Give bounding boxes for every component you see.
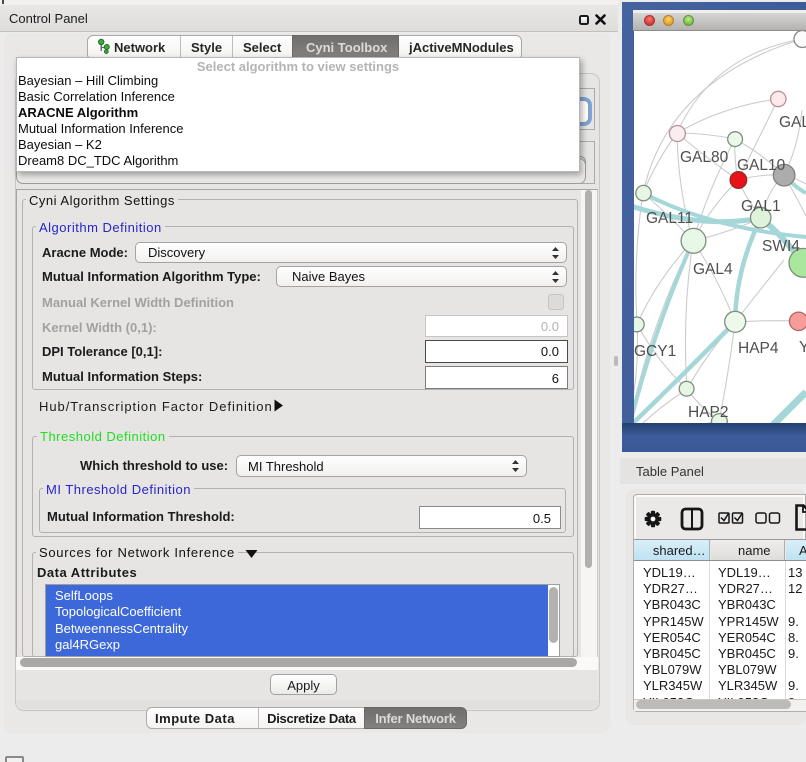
svg-text:GAL10: GAL10 (737, 157, 786, 174)
svg-text:GAL80: GAL80 (680, 149, 729, 166)
svg-text:SWI4: SWI4 (762, 238, 800, 255)
svg-text:GAL7: GAL7 (779, 114, 806, 131)
svg-text:GAL4: GAL4 (693, 261, 733, 278)
svg-text:HAP2: HAP2 (688, 404, 729, 421)
svg-text:GAL11: GAL11 (646, 210, 693, 227)
svg-text:YD: YD (799, 339, 806, 356)
svg-text:GAL1: GAL1 (741, 198, 781, 215)
svg-text:HAP4: HAP4 (738, 340, 779, 357)
svg-text:GCY1: GCY1 (634, 343, 676, 360)
